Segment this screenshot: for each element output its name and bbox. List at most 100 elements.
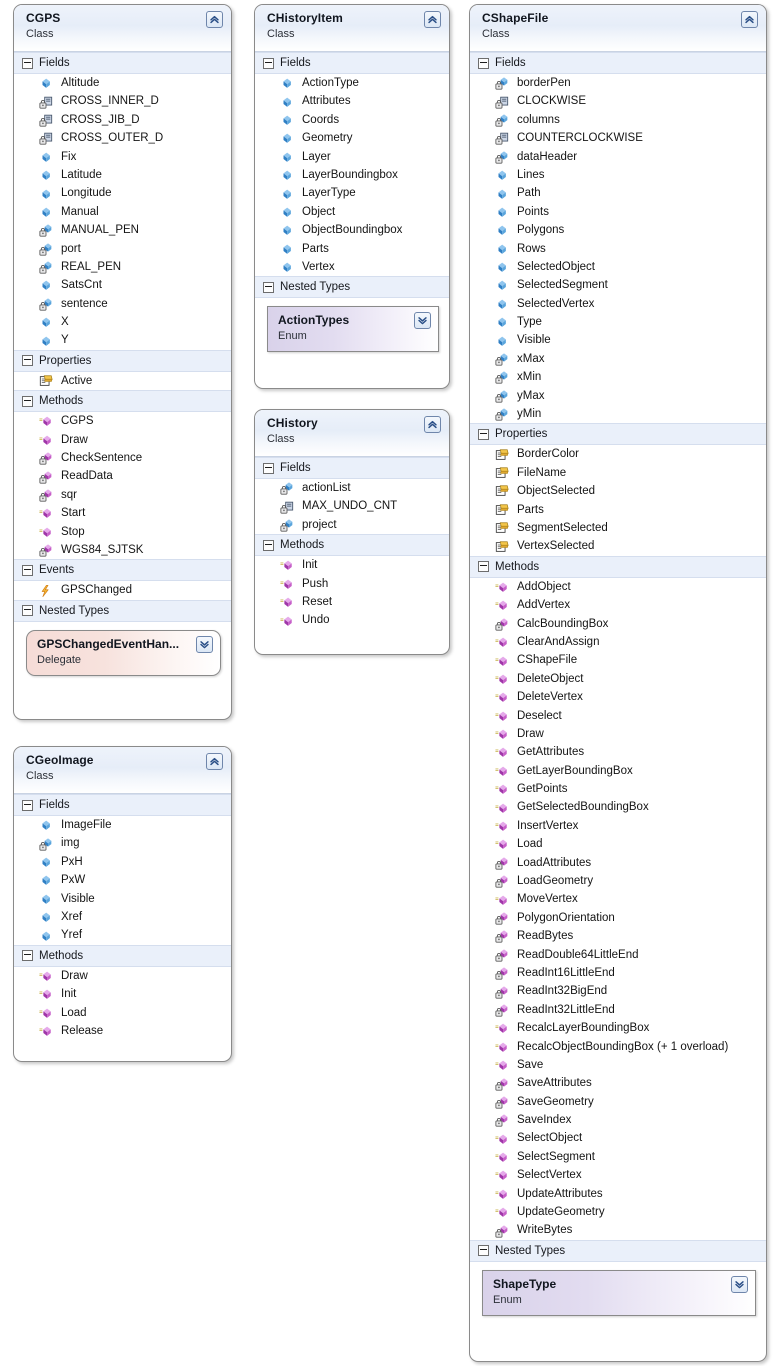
member-row[interactable]: GetLayerBoundingBox — [470, 762, 766, 780]
member-row[interactable]: Coords — [255, 111, 449, 129]
member-row[interactable]: Deselect — [470, 707, 766, 725]
member-row[interactable]: SegmentSelected — [470, 519, 766, 537]
member-row[interactable]: SelectedSegment — [470, 276, 766, 294]
member-row[interactable]: WGS84_SJTSK — [14, 541, 231, 559]
member-row[interactable]: ReadBytes — [470, 927, 766, 945]
member-row[interactable]: Fix — [14, 148, 231, 166]
member-row[interactable]: MANUAL_PEN — [14, 221, 231, 239]
section-header-nested-types[interactable]: Nested Types — [255, 276, 449, 299]
class-header[interactable]: CGPS Class — [14, 5, 231, 52]
chevron-up-icon[interactable] — [741, 11, 758, 28]
member-row[interactable]: Manual — [14, 203, 231, 221]
minus-box-icon[interactable] — [478, 561, 489, 573]
member-row[interactable]: Draw — [14, 967, 231, 985]
minus-box-icon[interactable] — [263, 57, 274, 69]
member-row[interactable]: actionList — [255, 479, 449, 497]
member-row[interactable]: Parts — [470, 501, 766, 519]
member-row[interactable]: Init — [255, 556, 449, 574]
section-header-methods[interactable]: Methods — [14, 390, 231, 413]
member-row[interactable]: Y — [14, 331, 231, 349]
minus-box-icon[interactable] — [22, 950, 33, 962]
member-row[interactable]: Points — [470, 203, 766, 221]
section-header-fields[interactable]: Fields — [14, 794, 231, 816]
member-row[interactable]: CGPS — [14, 412, 231, 430]
nested-type-gpschangedeventhan-[interactable]: GPSChangedEventHan... Delegate — [26, 629, 221, 676]
member-row[interactable]: InsertVertex — [470, 817, 766, 835]
member-row[interactable]: Draw — [14, 431, 231, 449]
member-row[interactable]: Xref — [14, 908, 231, 926]
member-row[interactable]: LoadAttributes — [470, 854, 766, 872]
section-header-nested-types[interactable]: Nested Types — [14, 599, 231, 622]
member-row[interactable]: AddObject — [470, 578, 766, 596]
member-row[interactable]: Geometry — [255, 129, 449, 147]
member-row[interactable]: CShapeFile — [470, 651, 766, 669]
class-box-cshapefile[interactable]: CShapeFile Class Fields borderPen CLOCKWISE c… — [469, 4, 767, 1362]
member-row[interactable]: SaveGeometry — [470, 1093, 766, 1111]
class-box-cgps[interactable]: CGPS Class Fields Altitude CROSS_INNER_D CROS… — [13, 4, 232, 720]
chevron-up-icon[interactable] — [424, 11, 441, 28]
member-row[interactable]: ActionType — [255, 74, 449, 92]
member-row[interactable]: FileName — [470, 464, 766, 482]
member-row[interactable]: PxW — [14, 871, 231, 889]
member-row[interactable]: GetPoints — [470, 780, 766, 798]
member-row[interactable]: Visible — [470, 331, 766, 349]
class-header[interactable]: CHistoryItem Class — [255, 5, 449, 52]
member-row[interactable]: Undo — [255, 611, 449, 629]
member-row[interactable]: Stop — [14, 523, 231, 541]
member-row[interactable]: ReadDouble64LittleEnd — [470, 946, 766, 964]
member-row[interactable]: CLOCKWISE — [470, 92, 766, 110]
section-header-fields[interactable]: Fields — [255, 457, 449, 479]
member-row[interactable]: CheckSentence — [14, 449, 231, 467]
member-row[interactable]: Init — [14, 985, 231, 1003]
chevron-up-icon[interactable] — [206, 753, 223, 770]
minus-box-icon[interactable] — [22, 395, 33, 407]
member-row[interactable]: SelectObject — [470, 1129, 766, 1147]
member-row[interactable]: sentence — [14, 295, 231, 313]
section-header-methods[interactable]: Methods — [14, 944, 231, 967]
member-row[interactable]: SaveIndex — [470, 1111, 766, 1129]
member-row[interactable]: CROSS_OUTER_D — [14, 129, 231, 147]
minus-box-icon[interactable] — [263, 539, 274, 551]
member-row[interactable]: yMax — [470, 387, 766, 405]
member-row[interactable]: Release — [14, 1022, 231, 1040]
member-row[interactable]: Load — [14, 1004, 231, 1022]
minus-box-icon[interactable] — [22, 57, 33, 69]
member-row[interactable]: ObjectSelected — [470, 482, 766, 500]
minus-box-icon[interactable] — [22, 564, 33, 576]
member-row[interactable]: img — [14, 834, 231, 852]
member-row[interactable]: REAL_PEN — [14, 258, 231, 276]
member-row[interactable]: port — [14, 240, 231, 258]
member-row[interactable]: SelectVertex — [470, 1166, 766, 1184]
member-row[interactable]: UpdateGeometry — [470, 1203, 766, 1221]
member-row[interactable]: project — [255, 516, 449, 534]
member-row[interactable]: Reset — [255, 593, 449, 611]
minus-box-icon[interactable] — [478, 428, 489, 440]
member-row[interactable]: Polygons — [470, 221, 766, 239]
member-row[interactable]: Active — [14, 372, 231, 390]
section-header-methods[interactable]: Methods — [470, 555, 766, 578]
member-row[interactable]: RecalcLayerBoundingBox — [470, 1019, 766, 1037]
member-row[interactable]: ReadData — [14, 467, 231, 485]
member-row[interactable]: GetSelectedBoundingBox — [470, 798, 766, 816]
member-row[interactable]: Layer — [255, 148, 449, 166]
member-row[interactable]: xMin — [470, 368, 766, 386]
member-row[interactable]: UpdateAttributes — [470, 1185, 766, 1203]
member-row[interactable]: Start — [14, 504, 231, 522]
chevron-down-icon[interactable] — [196, 635, 213, 653]
class-header[interactable]: CShapeFile Class — [470, 5, 766, 52]
member-row[interactable]: SaveAttributes — [470, 1074, 766, 1092]
section-header-properties[interactable]: Properties — [14, 349, 231, 372]
member-row[interactable]: CalcBoundingBox — [470, 615, 766, 633]
member-row[interactable]: columns — [470, 111, 766, 129]
member-row[interactable]: Latitude — [14, 166, 231, 184]
section-header-events[interactable]: Events — [14, 559, 231, 582]
member-row[interactable]: GetAttributes — [470, 743, 766, 761]
section-header-nested-types[interactable]: Nested Types — [470, 1239, 766, 1262]
member-row[interactable]: AddVertex — [470, 596, 766, 614]
member-row[interactable]: SatsCnt — [14, 276, 231, 294]
chevron-down-icon[interactable] — [731, 1275, 748, 1293]
member-row[interactable]: sqr — [14, 486, 231, 504]
minus-box-icon[interactable] — [22, 355, 33, 367]
member-row[interactable]: Vertex — [255, 258, 449, 276]
member-row[interactable]: SelectSegment — [470, 1148, 766, 1166]
